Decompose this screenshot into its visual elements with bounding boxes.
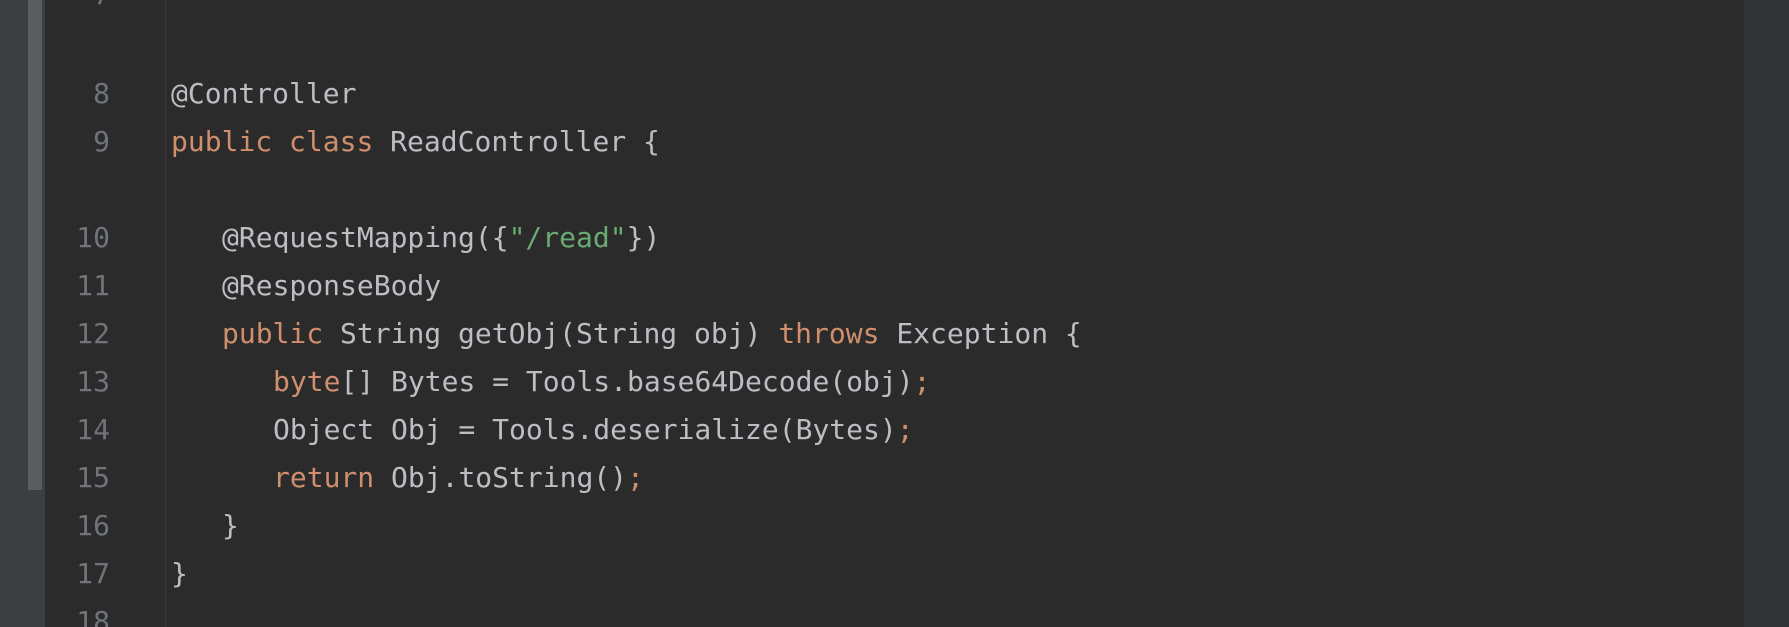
code-line[interactable]: Object Obj = Tools.deserialize(Bytes); — [273, 406, 914, 454]
line-number: 9 — [93, 125, 110, 158]
semicolon-token: ; — [627, 461, 644, 494]
line-number: 14 — [76, 413, 110, 446]
code-line[interactable]: } — [171, 550, 188, 598]
line-number: 10 — [76, 221, 110, 254]
keyword-token: byte — [273, 365, 341, 398]
statement-token: Object Obj = Tools.deserialize(Bytes) — [273, 413, 897, 446]
annotation-token: @Controller — [171, 77, 357, 110]
code-line[interactable]: return Obj.toString(); — [273, 454, 644, 502]
keyword-token: public — [171, 125, 273, 158]
line-number: 16 — [76, 509, 110, 542]
line-number: 15 — [76, 461, 110, 494]
exception-token: Exception { — [896, 317, 1082, 350]
line-number: 13 — [76, 365, 110, 398]
line-number: 8 — [93, 77, 110, 110]
annotation-token: @RequestMapping({ — [222, 221, 509, 254]
keyword-token: throws — [778, 317, 880, 350]
horizontal-scroll-marker[interactable] — [28, 0, 42, 490]
code-line[interactable]: } — [222, 502, 239, 550]
statement-token: [] Bytes = Tools.base64Decode(obj) — [340, 365, 914, 398]
brace-token: } — [222, 509, 239, 542]
punctuation-token: }) — [626, 221, 661, 254]
keyword-token: public — [222, 317, 324, 350]
code-line[interactable]: @Controller — [171, 70, 356, 118]
brace-token: } — [171, 557, 188, 590]
brace-token: { — [643, 125, 660, 158]
semicolon-token: ; — [913, 365, 931, 398]
keyword-token: return — [273, 461, 375, 494]
line-number: 11 — [76, 269, 110, 302]
line-number: 18 — [76, 605, 110, 627]
method-signature-token: String getObj(String obj) — [340, 317, 762, 350]
code-line[interactable]: @ResponseBody — [222, 262, 441, 310]
code-line[interactable]: public class ReadController { — [171, 118, 660, 166]
semicolon-token: ; — [896, 413, 914, 446]
keyword-token: class — [289, 125, 374, 158]
line-number: 17 — [76, 557, 110, 590]
code-editor[interactable]: 7 8 9 10 11 12 13 14 15 16 17 18 @Contro… — [0, 0, 1789, 627]
code-line[interactable]: byte[] Bytes = Tools.base64Decode(obj); — [273, 358, 930, 406]
class-name-token: ReadController — [390, 125, 627, 158]
statement-token: Obj.toString() — [391, 461, 628, 494]
string-token: "/read" — [508, 221, 627, 254]
line-number: 12 — [76, 317, 110, 350]
gutter-divider — [165, 0, 166, 627]
annotation-token: @ResponseBody — [222, 269, 442, 302]
vertical-scrollbar[interactable] — [1744, 0, 1789, 627]
code-line[interactable]: public String getObj(String obj) throws … — [222, 310, 1082, 358]
code-line[interactable]: @RequestMapping({"/read"}) — [222, 214, 660, 262]
line-number: 7 — [45, 0, 110, 19]
